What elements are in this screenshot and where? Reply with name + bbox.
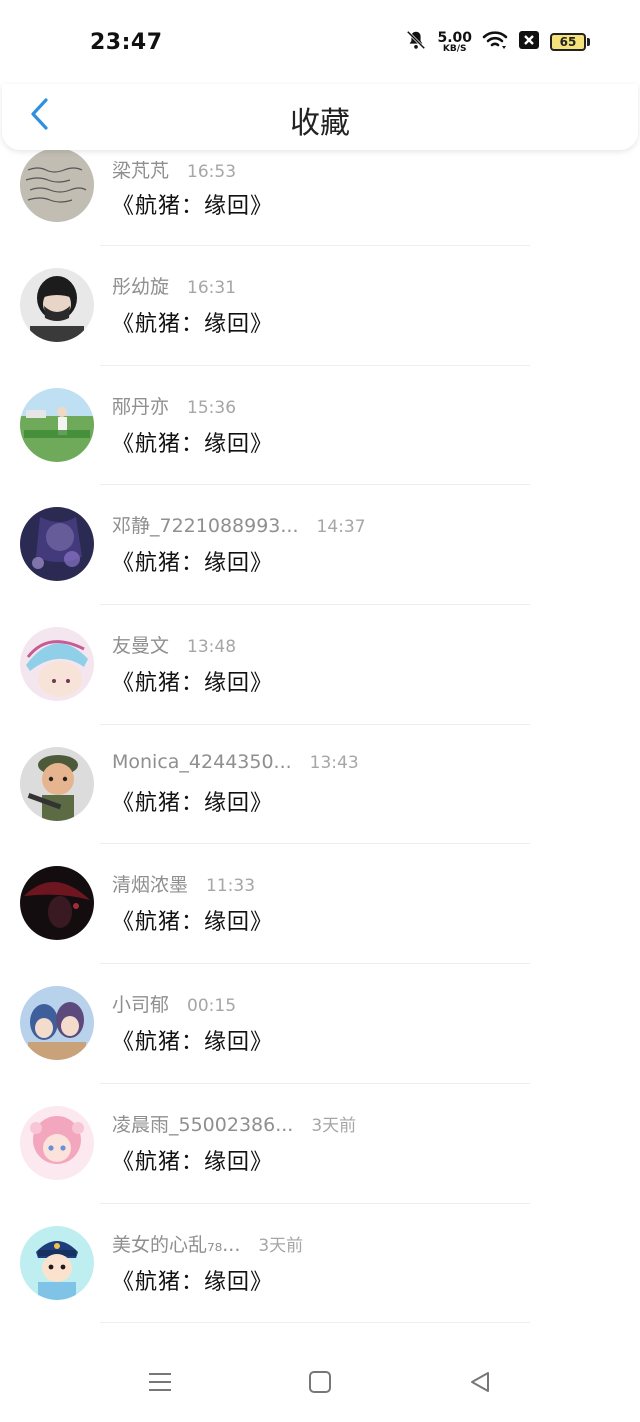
item-title[interactable]: 《航猪：缘回》 xyxy=(112,785,273,817)
item-meta: 邓静_7221088993... 14:37 xyxy=(112,511,366,538)
item-meta: 美女的心乱₇₈... 3天前 xyxy=(112,1230,303,1257)
item-time: 00:15 xyxy=(187,996,237,1017)
item-meta: 梁芃芃 16:53 xyxy=(112,156,236,183)
screen: 23:47 5.00 KB/S 65 收藏 梁芃芃 16:53 《航猪：缘回》 … xyxy=(0,0,640,1422)
back-nav-button[interactable] xyxy=(460,1364,500,1404)
avatar[interactable] xyxy=(20,866,94,941)
home-square-icon xyxy=(308,1370,332,1398)
avatar[interactable] xyxy=(20,268,94,342)
item-title[interactable]: 《航猪：缘回》 xyxy=(112,904,273,936)
bell-muted-icon xyxy=(405,29,427,55)
item-time: 16:53 xyxy=(187,162,237,182)
list-item[interactable]: Monica_4244350... 13:43 《航猪：缘回》 xyxy=(0,725,640,845)
status-bar: 23:47 5.00 KB/S 65 xyxy=(0,0,640,84)
user-name[interactable]: Monica_4244350... xyxy=(112,751,292,773)
status-icons: 5.00 KB/S 65 xyxy=(405,29,590,55)
battery-level: 65 xyxy=(550,33,586,51)
item-meta: 小司郁 00:15 xyxy=(112,990,236,1017)
item-time: 3天前 xyxy=(311,1115,357,1136)
back-triangle-icon xyxy=(468,1370,492,1398)
user-name[interactable]: 邓静_7221088993... xyxy=(112,511,299,538)
item-title[interactable]: 《航猪：缘回》 xyxy=(112,665,273,697)
item-title[interactable]: 《航猪：缘回》 xyxy=(112,426,273,458)
network-speed: 5.00 KB/S xyxy=(437,31,472,54)
list-item[interactable]: 梁芃芃 16:53 《航猪：缘回》 xyxy=(0,148,640,246)
item-title[interactable]: 《航猪：缘回》 xyxy=(112,545,273,577)
item-title[interactable]: 《航猪：缘回》 xyxy=(112,1024,273,1056)
item-time: 13:48 xyxy=(187,637,237,658)
list-item[interactable]: 邓静_7221088993... 14:37 《航猪：缘回》 xyxy=(0,485,640,606)
item-time: 15:36 xyxy=(187,397,237,418)
user-name[interactable]: 友曼文 xyxy=(112,631,169,658)
list-item[interactable]: 凌晨雨_55002386... 3天前 《航猪：缘回》 xyxy=(0,1084,640,1204)
item-title[interactable]: 《航猪：缘回》 xyxy=(112,1144,273,1176)
page-title: 收藏 xyxy=(290,106,350,141)
user-name[interactable]: 彤幼旋 xyxy=(112,272,169,299)
item-title[interactable]: 《航猪：缘回》 xyxy=(112,306,273,338)
item-meta: 友曼文 13:48 xyxy=(112,631,236,658)
list-item[interactable]: 小司郁 00:15 《航猪：缘回》 xyxy=(0,964,640,1084)
system-nav-bar xyxy=(0,1345,640,1422)
list-item[interactable]: 友曼文 13:48 《航猪：缘回》 xyxy=(0,605,640,725)
list-item[interactable]: 彤幼旋 16:31 《航猪：缘回》 xyxy=(0,246,640,366)
item-time: 13:43 xyxy=(309,752,359,773)
item-meta: 彤幼旋 16:31 xyxy=(112,272,236,299)
user-name[interactable]: 梁芃芃 xyxy=(112,156,169,183)
item-time: 3天前 xyxy=(258,1235,304,1256)
list-item[interactable]: 邴丹亦 15:36 《航猪：缘回》 xyxy=(0,366,640,486)
avatar[interactable] xyxy=(20,1225,94,1300)
battery-icon: 65 xyxy=(550,33,590,51)
user-name[interactable]: 清烟浓墨 xyxy=(112,870,188,897)
status-time: 23:47 xyxy=(90,29,163,55)
list-item[interactable]: 美女的心乱₇₈... 3天前 《航猪：缘回》 xyxy=(0,1204,640,1324)
avatar[interactable] xyxy=(20,627,94,702)
home-button[interactable] xyxy=(300,1364,340,1404)
favorites-list: 梁芃芃 16:53 《航猪：缘回》 彤幼旋 16:31 《航猪：缘回》 邴丹亦 … xyxy=(0,148,640,1324)
wifi-icon xyxy=(482,29,508,55)
item-title[interactable]: 《航猪：缘回》 xyxy=(112,188,273,220)
user-name[interactable]: 小司郁 xyxy=(112,990,169,1017)
item-title[interactable]: 《航猪：缘回》 xyxy=(112,1264,273,1296)
menu-button[interactable] xyxy=(140,1364,180,1404)
user-name[interactable]: 美女的心乱₇₈... xyxy=(112,1230,240,1257)
avatar[interactable] xyxy=(20,1105,94,1180)
close-box-icon xyxy=(518,30,540,54)
avatar[interactable] xyxy=(20,507,94,582)
header-bar: 收藏 xyxy=(2,84,638,150)
user-name[interactable]: 凌晨雨_55002386... xyxy=(112,1110,293,1137)
item-meta: 清烟浓墨 11:33 xyxy=(112,870,255,897)
avatar[interactable] xyxy=(20,746,94,821)
user-name[interactable]: 邴丹亦 xyxy=(112,392,169,419)
avatar[interactable] xyxy=(20,986,94,1061)
menu-icon xyxy=(147,1370,173,1398)
avatar[interactable] xyxy=(20,148,94,222)
item-time: 11:33 xyxy=(206,876,256,897)
item-meta: Monica_4244350... 13:43 xyxy=(112,751,359,773)
item-time: 16:31 xyxy=(187,278,237,298)
list-item[interactable]: 清烟浓墨 11:33 《航猪：缘回》 xyxy=(0,844,640,965)
item-time: 14:37 xyxy=(316,517,366,538)
item-meta: 凌晨雨_55002386... 3天前 xyxy=(112,1110,356,1137)
network-speed-value: 5.00 xyxy=(437,29,472,46)
network-speed-unit: KB/S xyxy=(442,43,467,54)
avatar[interactable] xyxy=(20,387,94,462)
item-meta: 邴丹亦 15:36 xyxy=(112,392,236,419)
divider xyxy=(100,1322,530,1324)
